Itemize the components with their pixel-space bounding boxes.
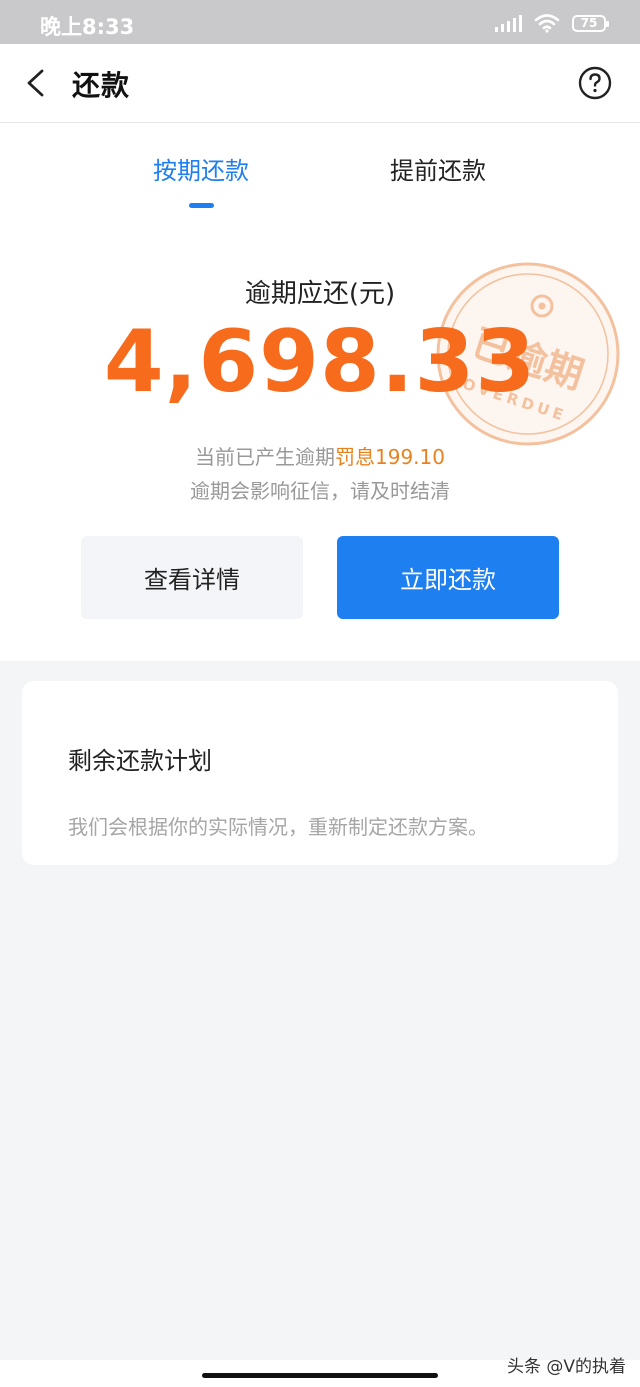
penalty-line: 当前已产生逾期罚息199.10 xyxy=(0,441,640,470)
penalty-label: 罚息 xyxy=(335,445,375,469)
signal-icon xyxy=(495,14,522,32)
help-icon[interactable] xyxy=(578,66,612,100)
wifi-icon xyxy=(534,14,560,33)
penalty-value: 199.10 xyxy=(375,445,445,469)
status-time: 晚上8:33 xyxy=(40,15,135,39)
plan-title: 剩余还款计划 xyxy=(68,747,212,775)
tab-indicator xyxy=(189,203,214,208)
credit-warning: 逾期会影响征信，请及时结清 xyxy=(190,479,450,503)
watermark: 头条 @V的执着 xyxy=(506,1357,626,1377)
penalty-prefix: 当前已产生逾期 xyxy=(195,445,335,469)
battery-level: 75 xyxy=(580,16,598,30)
status-icons: 75 xyxy=(495,12,609,34)
repayment-summary-panel: 按期还款 提前还款 已逾期 OVERDUE 逾期应还(元) 4,698.33 当… xyxy=(0,123,640,661)
overdue-amount: 4,698.33 xyxy=(103,312,537,412)
plan-description: 我们会根据你的实际情况，重新制定还款方案。 xyxy=(68,815,488,839)
remaining-plan-card: 剩余还款计划 我们会根据你的实际情况，重新制定还款方案。 xyxy=(22,681,618,865)
tab-scheduled-repayment[interactable]: 按期还款 xyxy=(153,151,249,186)
page-title: 还款 xyxy=(72,69,131,102)
nav-bar: 还款 xyxy=(0,44,640,123)
battery-icon: 75 xyxy=(572,14,609,32)
view-details-button[interactable]: 查看详情 xyxy=(81,536,303,619)
overdue-amount-label: 逾期应还(元) xyxy=(244,279,396,309)
back-arrow-icon[interactable] xyxy=(18,63,58,103)
status-bar: 晚上8:33 75 xyxy=(0,0,640,44)
pay-now-button[interactable]: 立即还款 xyxy=(337,536,559,619)
tab-early-repayment[interactable]: 提前还款 xyxy=(390,151,486,186)
home-indicator[interactable] xyxy=(202,1373,438,1378)
